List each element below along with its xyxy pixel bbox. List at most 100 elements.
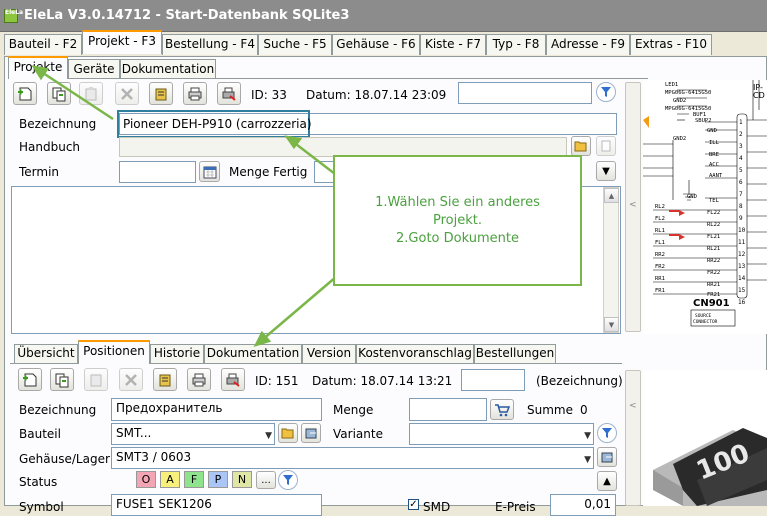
- svg-text:9: 9: [739, 215, 743, 222]
- print-export-icon: [222, 87, 236, 101]
- tab-bestellungen[interactable]: Bestellungen: [474, 344, 556, 363]
- print-position-button[interactable]: [187, 368, 211, 391]
- copy-position-button[interactable]: [50, 368, 74, 391]
- paste-position-button[interactable]: [84, 368, 108, 391]
- e-preis-input[interactable]: 0,01: [550, 494, 616, 516]
- termin-input[interactable]: [119, 161, 196, 183]
- gehaeuse-select[interactable]: SMT3 / 0603 ▼: [111, 447, 594, 469]
- copy-button[interactable]: [47, 82, 71, 105]
- svg-text:14: 14: [738, 275, 746, 282]
- summe-label: Summe: [527, 403, 573, 417]
- termin-label: Termin: [19, 165, 60, 179]
- archive-button[interactable]: [149, 82, 173, 105]
- symbol-input[interactable]: FUSE1 SEK1206: [111, 494, 322, 516]
- svg-text:FL22: FL22: [707, 210, 720, 216]
- pos-bezeichnung-input[interactable]: Предохранитель: [111, 398, 322, 421]
- status-chip-p[interactable]: P: [208, 471, 228, 488]
- bauteil-select[interactable]: SMT... ▼: [111, 423, 275, 445]
- cart-button[interactable]: [490, 399, 514, 420]
- gehaeuse-goto-button[interactable]: [597, 447, 617, 467]
- e-preis-value: 0,01: [584, 497, 611, 511]
- tab-dokumentation[interactable]: Dokumentation: [204, 344, 302, 363]
- svg-text:CONNECTOR: CONNECTOR: [693, 319, 718, 325]
- tab-bauteil[interactable]: Bauteil - F2: [4, 34, 82, 55]
- funnel-icon: [601, 87, 611, 97]
- print-button[interactable]: [183, 82, 207, 105]
- status-chip-a[interactable]: A: [160, 471, 180, 488]
- status-chip-o[interactable]: O: [136, 471, 156, 488]
- tab-version[interactable]: Version: [302, 344, 356, 363]
- chevron-down-icon: ▼: [584, 455, 591, 465]
- tab-projekt[interactable]: Projekt - F3: [82, 30, 162, 54]
- tab-kostenvoranschlag[interactable]: Kostenvoranschlag: [356, 344, 474, 363]
- filter-button[interactable]: [596, 82, 616, 102]
- status-more-button[interactable]: ...: [256, 471, 276, 489]
- symbol-label: Symbol: [19, 500, 64, 514]
- delete-icon: [121, 87, 133, 100]
- handbuch-open-button[interactable]: [571, 136, 591, 156]
- new-position-button[interactable]: [18, 368, 42, 391]
- status-chip-f[interactable]: F: [184, 471, 204, 488]
- tab-bestellung[interactable]: Bestellung - F4: [162, 34, 258, 55]
- svg-text:RL2: RL2: [655, 204, 665, 210]
- funnel-icon: [602, 428, 612, 438]
- smd-checkbox[interactable]: ✓: [408, 499, 419, 510]
- handbuch-view-button[interactable]: [596, 136, 616, 156]
- print-preview-button[interactable]: [217, 82, 241, 105]
- callout-line-2: Projekt.: [433, 213, 482, 228]
- svg-text:FR1: FR1: [655, 288, 665, 294]
- goto-icon: [601, 452, 613, 463]
- subtab-geraete[interactable]: Geräte: [68, 59, 120, 79]
- delete-button[interactable]: [115, 82, 139, 105]
- subtab-dokumentation[interactable]: Dokumentation: [120, 59, 216, 79]
- paste-button[interactable]: [79, 82, 103, 105]
- menge-input[interactable]: [409, 398, 487, 421]
- export-position-button[interactable]: [221, 368, 245, 391]
- new-icon: [23, 373, 37, 386]
- tab-suche[interactable]: Suche - F5: [258, 34, 332, 55]
- variante-filter-button[interactable]: [597, 423, 617, 443]
- tab-extras[interactable]: Extras - F10: [630, 34, 712, 55]
- print-export-icon: [226, 373, 240, 387]
- status-chip-n[interactable]: N: [232, 471, 252, 488]
- vertical-splitter[interactable]: <: [625, 82, 641, 332]
- svg-text:FR2: FR2: [655, 264, 665, 270]
- handbuch-input[interactable]: [119, 137, 567, 157]
- tab-gehaeuse[interactable]: Gehäuse - F6: [332, 34, 420, 55]
- vertical-splitter-bottom[interactable]: <: [625, 370, 641, 506]
- tab-kiste[interactable]: Kiste - F7: [420, 34, 486, 55]
- menge-label: Menge: [333, 403, 374, 417]
- tab-adresse[interactable]: Adresse - F9: [546, 34, 630, 55]
- project-filter-input[interactable]: [458, 82, 592, 104]
- tab-positionen[interactable]: Positionen: [78, 340, 150, 364]
- folder-open-icon: [281, 428, 294, 439]
- new-icon: [18, 87, 32, 100]
- status-label: Status: [19, 475, 58, 489]
- archive-position-button[interactable]: [153, 368, 177, 391]
- collapse-button[interactable]: ▲: [597, 471, 617, 491]
- notes-scrollbar[interactable]: ▲ ▼: [603, 187, 619, 333]
- delete-position-button[interactable]: [119, 368, 143, 391]
- chevron-down-icon: ▼: [584, 431, 591, 441]
- smd-label: SMD: [423, 500, 451, 514]
- svg-text:RR22: RR22: [707, 258, 720, 264]
- bauteil-open-button[interactable]: [278, 423, 298, 443]
- calendar-button[interactable]: [199, 161, 220, 182]
- tab-historie[interactable]: Historie: [150, 344, 204, 363]
- scroll-down-button[interactable]: ▼: [604, 317, 619, 332]
- tab-uebersicht[interactable]: Übersicht: [14, 344, 78, 363]
- svg-text:15: 15: [738, 287, 746, 294]
- status-filter-button[interactable]: [278, 470, 298, 490]
- bauteil-goto-button[interactable]: [301, 423, 321, 443]
- scroll-up-button[interactable]: ▲: [604, 188, 619, 203]
- menge-fertig-input[interactable]: [314, 161, 334, 183]
- variante-select[interactable]: ▼: [409, 423, 594, 445]
- position-filter-input[interactable]: [461, 369, 525, 391]
- bezeichnung-hint: (Bezeichnung): [536, 374, 623, 388]
- project-up-button[interactable]: ▼: [596, 161, 616, 181]
- svg-text:MPG06G-6415G50: MPG06G-6415G50: [665, 90, 711, 96]
- subtab-projekte[interactable]: Projekte: [8, 56, 68, 79]
- tab-typ[interactable]: Typ - F8: [486, 34, 546, 55]
- svg-text:3: 3: [739, 143, 743, 150]
- new-project-button[interactable]: [13, 82, 37, 105]
